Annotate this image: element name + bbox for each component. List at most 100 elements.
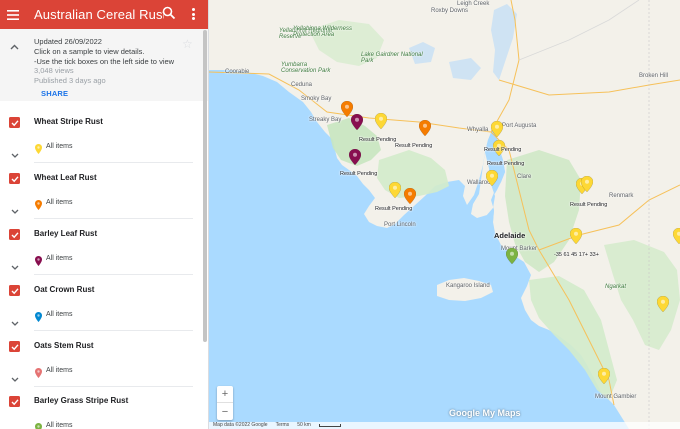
marker-label: Result Pending xyxy=(395,143,433,149)
sidebar-scrollbar[interactable] xyxy=(203,30,207,342)
layer-item: Wheat Stripe Rust All items xyxy=(0,112,205,168)
marker-label: Result Pending xyxy=(375,206,413,212)
place-yumbarra: Yumbarra Conservation Park xyxy=(281,62,331,74)
view-count: 3,048 views xyxy=(34,66,74,76)
layer-divider xyxy=(34,162,193,163)
layer-item: Wheat Leaf Rust All items xyxy=(0,168,205,224)
updated-text: Updated 26/09/2022 xyxy=(34,37,102,46)
place-adelaide: Adelaide xyxy=(494,231,526,240)
header-bar: Australian Cereal Rust Sur... xyxy=(0,0,208,29)
chevron-down-icon[interactable] xyxy=(11,424,19,429)
chevron-down-icon[interactable] xyxy=(11,257,19,275)
map-marker[interactable] xyxy=(388,181,402,199)
scale-bar xyxy=(318,424,341,427)
marker-label: Result Pending xyxy=(570,202,608,208)
marker-label: -35 61 45 17+ 33+ xyxy=(554,252,599,258)
chevron-down-icon[interactable] xyxy=(11,313,19,331)
map-marker[interactable] xyxy=(348,148,362,166)
zoom-control: + − xyxy=(217,386,233,420)
search-icon[interactable] xyxy=(162,6,178,22)
layer-checkbox[interactable] xyxy=(9,173,20,184)
terms-link[interactable]: Terms xyxy=(276,422,290,429)
map-marker[interactable] xyxy=(569,227,583,245)
chevron-down-icon[interactable] xyxy=(11,145,19,163)
description-line-1: Click on a sample to view details. xyxy=(34,46,145,56)
map-marker[interactable] xyxy=(418,119,432,137)
layer-checkbox[interactable] xyxy=(9,229,20,240)
layer-all-items[interactable]: All items xyxy=(46,311,72,318)
attribution-text: Map data ©2022 Google xyxy=(213,422,268,428)
marker-label: Result Pending xyxy=(487,161,525,167)
sidebar: Australian Cereal Rust Sur... Updated 26… xyxy=(0,0,209,429)
place-smoky-bay: Smoky Bay xyxy=(301,96,332,102)
map-marker[interactable] xyxy=(505,247,519,265)
place-coorabie: Coorabie xyxy=(225,69,250,75)
map-marker[interactable] xyxy=(597,367,611,385)
chevron-down-icon[interactable] xyxy=(11,369,19,387)
google-my-maps-logo: Google My Maps xyxy=(449,408,521,418)
place-clare: Clare xyxy=(517,174,532,180)
zoom-in-button[interactable]: + xyxy=(217,386,233,403)
place-lake-gairdner: Lake Gairdner National Park xyxy=(361,52,423,64)
place-port-lincoln: Port Lincoln xyxy=(384,222,416,228)
published-date: Published 3 days ago xyxy=(34,76,106,86)
place-renmark: Renmark xyxy=(609,193,634,199)
layer-item: Oats Stem Rust All items xyxy=(0,336,205,392)
map-marker[interactable] xyxy=(403,187,417,205)
marker-label: Result Pending xyxy=(359,137,397,143)
layer-all-items[interactable]: All items xyxy=(46,422,72,429)
place-ngarkat: Ngarkat xyxy=(605,284,627,290)
layer-all-items[interactable]: All items xyxy=(46,143,72,150)
chevron-up-icon[interactable] xyxy=(10,37,19,55)
map-description: Updated 26/09/2022 Click on a sample to … xyxy=(34,37,184,86)
layer-name: Wheat Stripe Rust xyxy=(34,117,103,126)
layer-pin-icon xyxy=(35,365,42,383)
layer-pin-icon xyxy=(35,420,42,429)
hamburger-menu-icon[interactable] xyxy=(2,0,24,29)
layer-name: Oat Crown Rust xyxy=(34,285,95,294)
place-ceduna: Ceduna xyxy=(291,82,313,88)
layer-divider xyxy=(34,386,193,387)
layer-all-items[interactable]: All items xyxy=(46,255,72,262)
place-broken-hill: Broken Hill xyxy=(639,73,669,79)
layer-pin-icon xyxy=(35,309,42,327)
layer-name: Oats Stem Rust xyxy=(34,341,94,350)
map-marker[interactable] xyxy=(490,120,504,138)
layer-checkbox[interactable] xyxy=(9,117,20,128)
layer-item: Oat Crown Rust All items xyxy=(0,280,205,336)
layer-all-items[interactable]: All items xyxy=(46,199,72,206)
layer-item: Barley Leaf Rust All items xyxy=(0,224,205,280)
layer-pin-icon xyxy=(35,253,42,271)
layer-name: Barley Grass Stripe Rust xyxy=(34,396,129,405)
layer-checkbox[interactable] xyxy=(9,285,20,296)
layer-pin-icon xyxy=(35,141,42,159)
chevron-down-icon[interactable] xyxy=(11,201,19,219)
scale-label: 50 km xyxy=(297,422,311,428)
description-line-2: -Use the tick boxes on the left side to … xyxy=(34,56,175,66)
zoom-out-button[interactable]: − xyxy=(217,403,233,420)
place-streaky-bay: Streaky Bay xyxy=(309,117,342,123)
layer-divider xyxy=(34,218,193,219)
share-button[interactable]: SHARE xyxy=(41,89,68,98)
map-marker[interactable] xyxy=(656,295,670,313)
map-marker[interactable] xyxy=(374,112,388,130)
place-port-augusta: Port Augusta xyxy=(502,123,537,129)
layer-checkbox[interactable] xyxy=(9,396,20,407)
map-marker[interactable] xyxy=(580,175,594,193)
marker-label: Result Pending xyxy=(340,171,378,177)
layer-checkbox[interactable] xyxy=(9,341,20,352)
map-base-layer xyxy=(209,0,680,429)
map-marker[interactable] xyxy=(672,227,680,245)
more-vert-icon[interactable] xyxy=(188,6,198,22)
layer-pin-icon xyxy=(35,197,42,215)
place-whyalla: Whyalla xyxy=(467,127,489,133)
layer-name: Wheat Leaf Rust xyxy=(34,173,97,182)
map-info-panel: Updated 26/09/2022 Click on a sample to … xyxy=(0,29,208,101)
map-marker[interactable] xyxy=(485,169,499,187)
layer-divider xyxy=(34,330,193,331)
map-canvas[interactable]: Leigh Creek Roxby Downs Yellabinna Regio… xyxy=(209,0,680,429)
star-icon[interactable]: ☆ xyxy=(182,37,193,51)
place-mount-gambier: Mount Gambier xyxy=(595,394,637,400)
layer-all-items[interactable]: All items xyxy=(46,367,72,374)
map-marker[interactable] xyxy=(350,113,364,131)
